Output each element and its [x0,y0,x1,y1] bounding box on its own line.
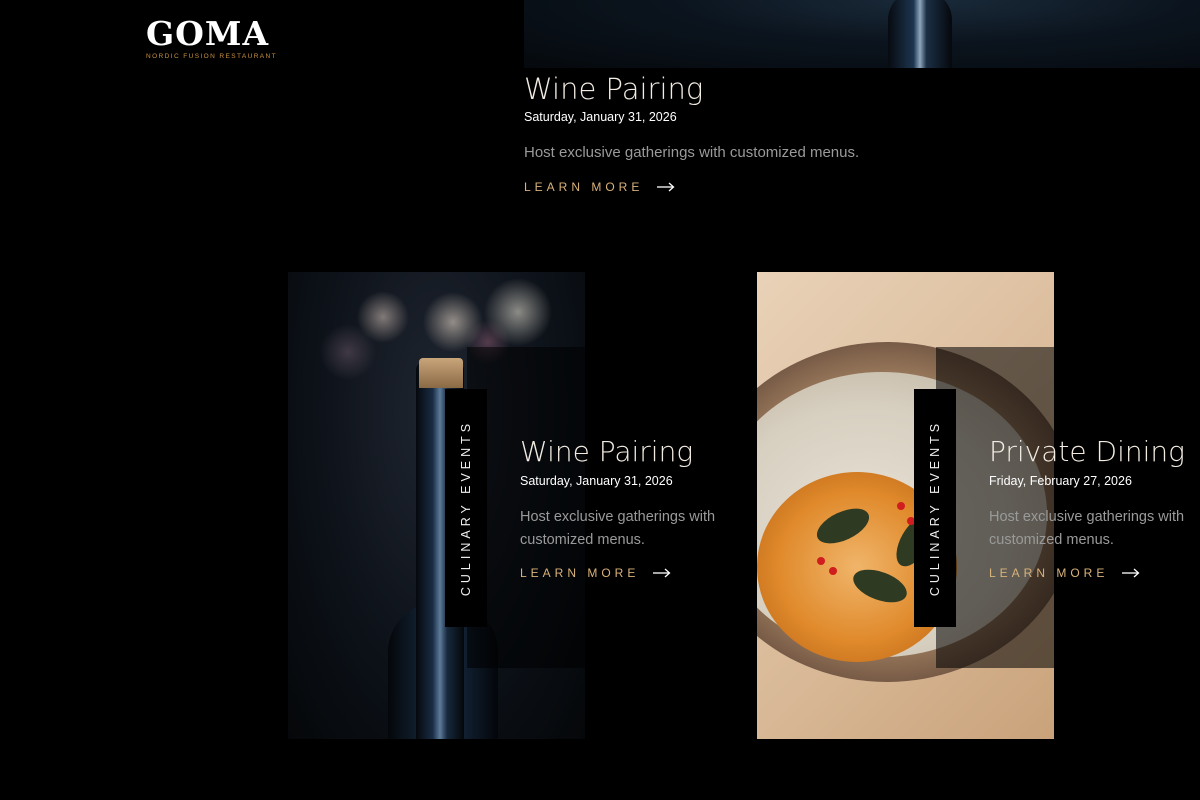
card-learn-more-link[interactable]: LEARN MORE [520,566,671,580]
card-title: Private Dining [989,435,1185,468]
card-date: Saturday, January 31, 2026 [520,474,673,488]
top-event-description: Host exclusive gatherings with customize… [524,144,860,161]
card-date: Friday, February 27, 2026 [989,474,1132,488]
logo-tagline: NORDIC FUSION RESTAURANT [146,53,277,60]
top-event-date: Saturday, January 31, 2026 [524,110,677,124]
learn-more-label: LEARN MORE [989,566,1109,580]
brand-logo[interactable]: GOMA NORDIC FUSION RESTAURANT [146,14,286,61]
category-label: CULINARY EVENTS [928,419,942,597]
card-description: Host exclusive gatherings with customize… [520,509,716,548]
bottle-graphic [888,0,952,68]
learn-more-label: LEARN MORE [520,566,640,580]
top-event-image[interactable] [524,0,1200,68]
card-description: Host exclusive gatherings with customize… [989,509,1185,548]
card-title: Wine Pairing [520,435,694,468]
top-event-learn-more-link[interactable]: LEARN MORE [524,180,675,194]
category-tag: CULINARY EVENTS [445,389,487,627]
card-learn-more-link[interactable]: LEARN MORE [989,566,1140,580]
roe-graphic [817,557,825,565]
category-label: CULINARY EVENTS [459,419,473,597]
arrow-right-icon [1122,568,1140,578]
cork-graphic [419,358,463,388]
roe-graphic [897,502,905,510]
learn-more-label: LEARN MORE [524,180,644,194]
logo-wordmark: GOMA [146,14,270,53]
arrow-right-icon [657,182,675,192]
category-tag: CULINARY EVENTS [914,389,956,627]
roe-graphic [829,567,837,575]
top-event-title: Wine Pairing [524,72,704,106]
arrow-right-icon [653,568,671,578]
